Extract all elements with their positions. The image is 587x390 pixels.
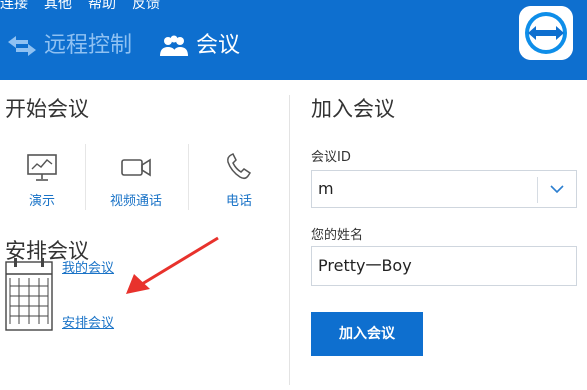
calendar-icon (5, 258, 53, 331)
teamviewer-logo-icon (519, 6, 573, 60)
start-meeting-tiles: 演示 视频通话 电话 (0, 142, 288, 214)
my-meetings-link[interactable]: 我的会议 (62, 260, 114, 278)
start-meeting-title: 开始会议 (5, 97, 89, 121)
tile-phone-label: 电话 (225, 194, 252, 209)
meeting-id-label: 会议ID (311, 150, 351, 165)
schedule-meeting-link[interactable]: 安排会议 (62, 315, 114, 333)
swap-arrows-icon (8, 36, 36, 56)
annotation-arrow-icon (126, 236, 219, 294)
your-name-label: 您的姓名 (311, 228, 364, 243)
your-name-field[interactable]: Pretty一Boy (311, 246, 577, 286)
join-meeting-title: 加入会议 (311, 97, 395, 121)
tab-meeting[interactable]: 会议 (158, 30, 240, 62)
tab-meeting-label: 会议 (196, 33, 241, 58)
tile-video-call[interactable]: 视频通话 (94, 142, 178, 214)
menu-item-feedback[interactable]: 反馈 (132, 0, 160, 14)
tile-divider (188, 144, 189, 210)
phone-icon (227, 152, 252, 180)
panel-divider (289, 95, 290, 385)
video-camera-icon (121, 158, 151, 177)
chevron-down-icon[interactable] (548, 180, 566, 198)
tile-video-call-label: 视频通话 (109, 194, 162, 209)
tile-phone[interactable]: 电话 (197, 142, 281, 214)
tab-remote-control[interactable]: 远程控制 (6, 30, 132, 62)
menu-bar: 连接 其他 帮助 反馈 (0, 0, 176, 14)
meeting-id-field[interactable]: m (311, 170, 577, 208)
teamviewer-window: 连接 其他 帮助 反馈 远程控制 会议 开始会议 演示 视频通话 电话 安排会议… (0, 0, 587, 390)
tile-presentation-label: 演示 (28, 194, 55, 209)
meeting-id-value: m (318, 179, 334, 198)
menu-item-help[interactable]: 帮助 (88, 0, 116, 14)
join-meeting-button[interactable]: 加入会议 (311, 312, 423, 356)
mode-tabs: 远程控制 会议 (6, 30, 266, 62)
menu-item-other[interactable]: 其他 (44, 0, 72, 14)
presentation-icon (27, 154, 57, 181)
dropdown-divider (537, 177, 538, 203)
people-icon (160, 35, 189, 56)
tile-presentation[interactable]: 演示 (0, 142, 84, 214)
header-bar: 连接 其他 帮助 反馈 远程控制 会议 (0, 0, 587, 80)
tile-divider (85, 144, 86, 210)
menu-item-connect[interactable]: 连接 (0, 0, 28, 14)
tab-remote-control-label: 远程控制 (44, 33, 133, 58)
